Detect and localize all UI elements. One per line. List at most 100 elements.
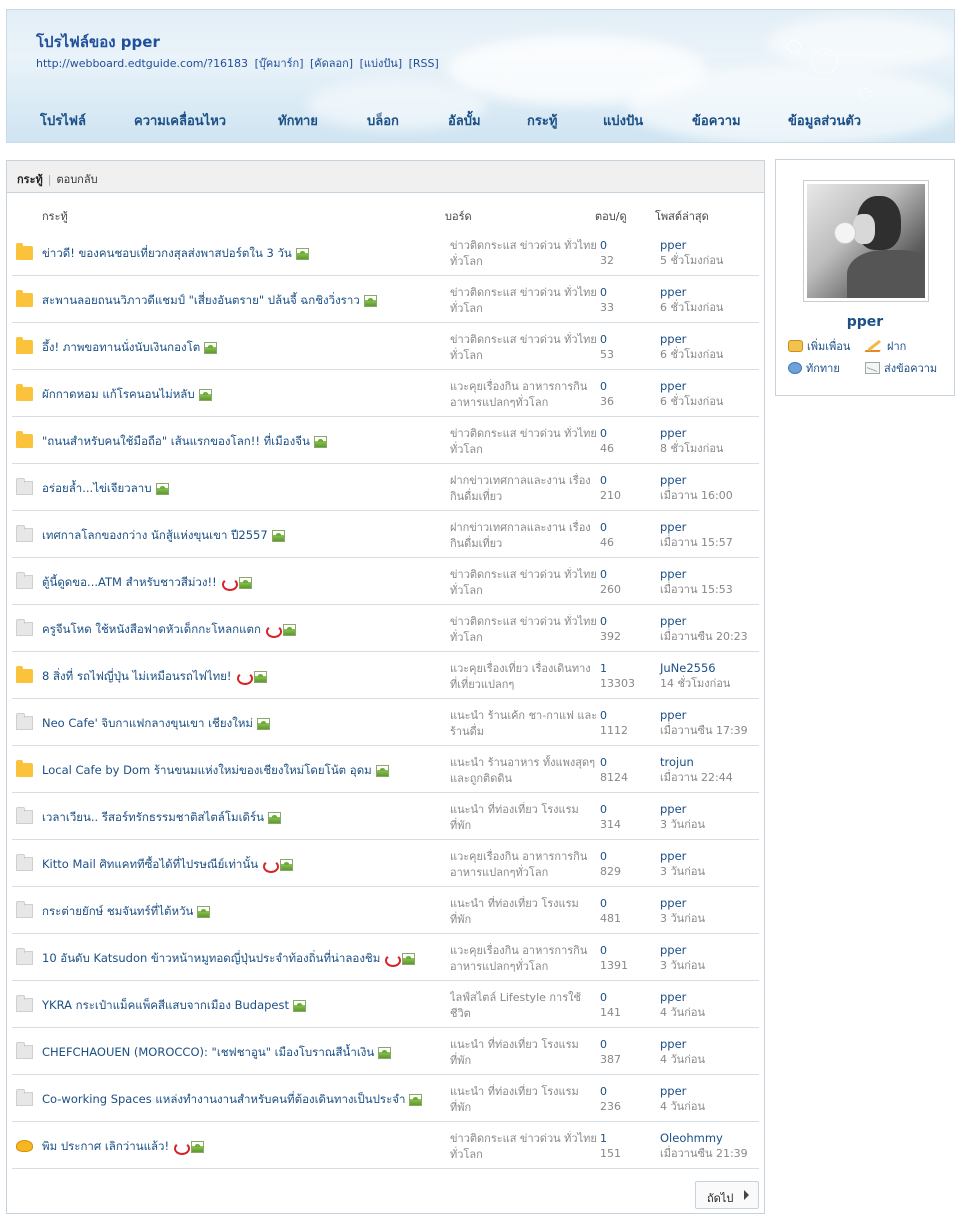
nav-topics[interactable]: กระทู้	[527, 110, 557, 131]
copy-link[interactable]: [คัดลอก]	[310, 57, 353, 70]
nav-messages[interactable]: ข้อความ	[692, 110, 741, 131]
nav-greet[interactable]: ทักทาย	[278, 110, 318, 131]
nav-profile[interactable]: โปรไฟล์	[40, 110, 86, 131]
topic-title-link[interactable]: Co-working Spaces แหล่งทำงานงานสำหรับคนท…	[42, 1091, 423, 1109]
last-post-user[interactable]: pper	[660, 614, 748, 629]
greet-button[interactable]: ทักทาย	[788, 359, 840, 377]
last-post-time: 3 วันก่อน	[660, 912, 705, 925]
next-page-button[interactable]: ถัดไป	[695, 1181, 759, 1209]
topic-title-link[interactable]: Neo Cafe' จิบกาแฟกลางขุนเขา เชียงใหม่	[42, 715, 270, 733]
last-post-user[interactable]: pper	[660, 473, 733, 488]
last-post-user[interactable]: pper	[660, 285, 723, 300]
topic-title-link[interactable]: ผักกาดหอม แก้โรคนอนไม่หลับ	[42, 386, 212, 404]
topic-title-link[interactable]: YKRA กระเป๋าแม็คแพ็คสีแสบจากเมือง Budape…	[42, 997, 306, 1015]
topic-title-link[interactable]: อร่อยล้ำ...ไข่เจียวลาบ	[42, 480, 169, 498]
topic-title-link[interactable]: "ถนนสำหรับคนใช้มือถือ" เส้นแรกของโลก!! ท…	[42, 433, 327, 451]
board-link[interactable]: ข่าวติดกระแส ข่าวด่วน ทั่วไทย ทั่วโลก	[450, 567, 598, 599]
last-post-user[interactable]: pper	[660, 943, 705, 958]
last-post-user[interactable]: pper	[660, 1037, 705, 1052]
last-post-user[interactable]: pper	[660, 238, 723, 253]
board-link[interactable]: แนะนำ ร้านเค้ก ชา-กาแฟ และร้านดื่ม	[450, 708, 598, 740]
bookmark-link[interactable]: [บุ๊คมาร์ก]	[255, 57, 304, 70]
table-row: สะพานลอยถนนวิภาวดีแชมป์ "เสี่ยงอันตราย" …	[12, 276, 759, 323]
greet-label: ทักทาย	[806, 362, 840, 375]
topic-title-link[interactable]: พิม ประกาศ เลิกว่านแล้ว!	[42, 1138, 205, 1156]
nav-personal-info[interactable]: ข้อมูลส่วนตัว	[788, 110, 861, 131]
reply-view-count: 0 481	[600, 896, 621, 926]
last-post-user[interactable]: pper	[660, 567, 733, 582]
topic-title-link[interactable]: CHEFCHAOUEN (MOROCCO): "เชฟชาอูน" เมืองโ…	[42, 1044, 392, 1062]
board-link[interactable]: แวะคุยเรื่องกิน อาหารการกิน อาหารแปลกๆทั…	[450, 379, 598, 411]
last-post-time: 8 ชั่วโมงก่อน	[660, 442, 724, 455]
table-row: "ถนนสำหรับคนใช้มือถือ" เส้นแรกของโลก!! ท…	[12, 417, 759, 464]
topic-title-link[interactable]: เทศกาลโลกของกว่าง นักสู้แห่งขุนเขา ปี255…	[42, 527, 285, 545]
topic-title-link[interactable]: ครูจีนโหด ใช้หนังสือฟาดหัวเด็กกะโหลกแตก	[42, 621, 296, 639]
board-link[interactable]: แนะนำ ที่ท่องเที่ยว โรงแรม ที่พัก	[450, 802, 598, 834]
nav-activity[interactable]: ความเคลื่อนไหว	[134, 110, 226, 131]
board-link[interactable]: แนะนำ ร้านอาหาร ทั้งแพงสุดๆ และถูกติดดิน	[450, 755, 598, 787]
topic-title-link[interactable]: ตู้นี้ดูดขอ...ATM สำหรับชาวสีม่วง!!	[42, 574, 252, 592]
topic-title-link[interactable]: 10 อันดับ Katsudon ข้าวหน้าหมูทอดญี่ปุ่น…	[42, 950, 416, 968]
board-link[interactable]: แนะนำ ที่ท่องเที่ยว โรงแรม ที่พัก	[450, 1084, 598, 1116]
last-post-user[interactable]: Oleohmmy	[660, 1131, 748, 1146]
board-link[interactable]: ข่าวติดกระแส ข่าวด่วน ทั่วไทย ทั่วโลก	[450, 238, 598, 270]
tab-replies[interactable]: ตอบกลับ	[56, 173, 97, 186]
profile-url[interactable]: http://webboard.edtguide.com/?16183	[36, 57, 248, 70]
last-post-user[interactable]: pper	[660, 802, 705, 817]
topic-title-link[interactable]: 8 สิ่งที่ รถไฟญี่ปุ่น ไม่เหมือนรถไฟไทย!	[42, 668, 267, 686]
reply-view-count: 0 46	[600, 426, 614, 456]
board-link[interactable]: ข่าวติดกระแส ข่าวด่วน ทั่วไทย ทั่วโลก	[450, 285, 598, 317]
table-row: พิม ประกาศ เลิกว่านแล้ว! ข่าวติดกระแส ข่า…	[12, 1122, 759, 1169]
last-post-user[interactable]: pper	[660, 990, 705, 1005]
last-post-user[interactable]: pper	[660, 849, 705, 864]
board-link[interactable]: ไลฟ์สไตล์ Lifestyle การใช้ชีวิต	[450, 990, 598, 1022]
board-link[interactable]: แนะนำ ที่ท่องเที่ยว โรงแรม ที่พัก	[450, 1037, 598, 1069]
last-post-user[interactable]: JuNe2556	[660, 661, 730, 676]
board-link[interactable]: แวะคุยเรื่องกิน อาหารการกิน อาหารแปลกๆทั…	[450, 943, 598, 975]
folder-icon	[16, 290, 33, 307]
last-post-user[interactable]: trojun	[660, 755, 733, 770]
nav-album[interactable]: อัลบั้ม	[448, 110, 481, 131]
avatar[interactable]	[803, 180, 929, 302]
topic-title-link[interactable]: Local Cafe by Dom ร้านขนมแห่งใหม่ของเชีย…	[42, 762, 389, 780]
topic-title: อึ้ง! ภาพขอทานนั่งนับเงินกองโต	[42, 340, 201, 354]
board-link[interactable]: แวะคุยเรื่องเที่ยว เรื่องเดินทาง ที่เที่…	[450, 661, 598, 693]
last-post: pper 4 วันก่อน	[660, 990, 705, 1020]
last-post-user[interactable]: pper	[660, 332, 723, 347]
table-row: Kitto Mail ศิทแคททีซื้อได้ที่ไปรษณีย์เท่…	[12, 840, 759, 887]
topic-title-link[interactable]: สะพานลอยถนนวิภาวดีแชมป์ "เสี่ยงอันตราย" …	[42, 292, 377, 310]
last-post-user[interactable]: pper	[660, 896, 705, 911]
last-post-user[interactable]: pper	[660, 379, 723, 394]
share-link[interactable]: [แบ่งปัน]	[360, 57, 403, 70]
topic-title-link[interactable]: ข่าวดี! ของคนชอบเที่ยวกงสุลส่งพาสปอร์ตใน…	[42, 245, 309, 263]
board-link[interactable]: ข่าวติดกระแส ข่าวด่วน ทั่วไทย ทั่วโลก	[450, 614, 598, 646]
board-link[interactable]: ฝากข่าวเทศกาลและงาน เรื่องกินดื่มเที่ยว	[450, 473, 598, 505]
topic-title: ตู้นี้ดูดขอ...ATM สำหรับชาวสีม่วง!!	[42, 575, 217, 589]
board-link[interactable]: ข่าวติดกระแส ข่าวด่วน ทั่วไทย ทั่วโลก	[450, 1131, 598, 1163]
nav-share[interactable]: แบ่งปัน	[603, 110, 643, 131]
rss-link[interactable]: [RSS]	[409, 57, 439, 70]
topic-title-link[interactable]: อึ้ง! ภาพขอทานนั่งนับเงินกองโต	[42, 339, 218, 357]
board-link[interactable]: แวะคุยเรื่องกิน อาหารการกิน อาหารแปลกๆทั…	[450, 849, 598, 881]
last-post-user[interactable]: pper	[660, 1084, 705, 1099]
board-link[interactable]: ข่าวติดกระแส ข่าวด่วน ทั่วไทย ทั่วโลก	[450, 332, 598, 364]
tab-topics[interactable]: กระทู้	[17, 173, 43, 186]
last-post-user[interactable]: pper	[660, 426, 723, 441]
topic-title-link[interactable]: Kitto Mail ศิทแคททีซื้อได้ที่ไปรษณีย์เท่…	[42, 856, 294, 874]
nav-blog[interactable]: บล็อก	[367, 110, 399, 131]
board-link[interactable]: ข่าวติดกระแส ข่าวด่วน ทั่วไทย ทั่วโลก	[450, 426, 598, 458]
board-link[interactable]: ฝากข่าวเทศกาลและงาน เรื่องกินดื่มเที่ยว	[450, 520, 598, 552]
leave-message-button[interactable]: ฝาก	[864, 337, 906, 355]
last-post-user[interactable]: pper	[660, 520, 733, 535]
folder-icon	[16, 431, 33, 448]
view-count: 481	[600, 912, 621, 925]
send-message-button[interactable]: ส่งข้อความ	[865, 359, 937, 377]
topic-title-link[interactable]: กระต่ายยักษ์ ชมจันทร์ที่ไต้หวัน	[42, 903, 211, 921]
profile-username[interactable]: pper	[776, 314, 954, 330]
board-link[interactable]: แนะนำ ที่ท่องเที่ยว โรงแรม ที่พัก	[450, 896, 598, 928]
add-friend-button[interactable]: เพิ่มเพื่อน	[788, 337, 850, 355]
reply-count: 0	[600, 991, 607, 1004]
last-post-user[interactable]: pper	[660, 708, 748, 723]
topic-title-link[interactable]: เวลาเวียน.. รีสอร์ทรักธรรมชาติสไตล์โมเดิ…	[42, 809, 282, 827]
topic-title: Neo Cafe' จิบกาแฟกลางขุนเขา เชียงใหม่	[42, 716, 253, 730]
